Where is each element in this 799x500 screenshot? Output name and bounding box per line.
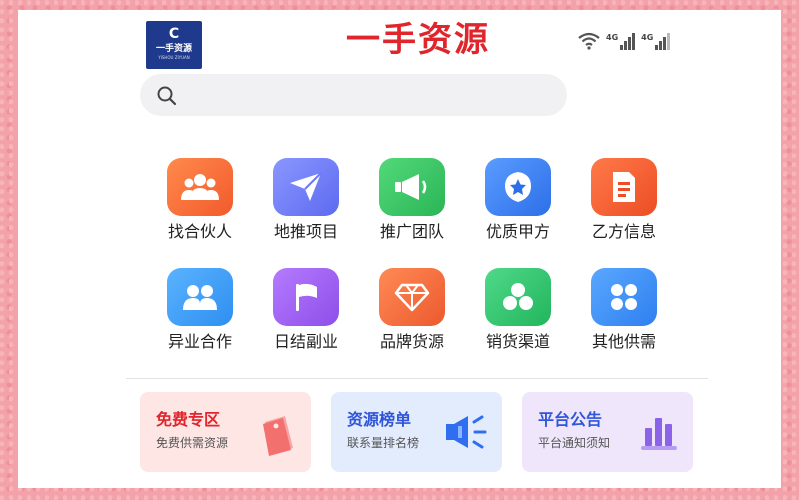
category-label: 乙方信息 bbox=[591, 222, 656, 241]
category-item-ground-promotion[interactable]: 地推项目 bbox=[256, 158, 356, 242]
document-icon bbox=[591, 158, 657, 216]
flag-icon bbox=[273, 268, 339, 326]
category-item-vendor-info[interactable]: 乙方信息 bbox=[574, 158, 674, 242]
category-label: 异业合作 bbox=[167, 332, 232, 351]
logo-mark: C bbox=[168, 26, 180, 42]
logo-subtitle: YISHOU ZIYUAN bbox=[158, 55, 190, 60]
category-item-promotion-team[interactable]: 推广团队 bbox=[362, 158, 462, 242]
category-item-find-partners[interactable]: 找合伙人 bbox=[150, 158, 250, 242]
card-free-zone[interactable]: 免费专区 免费供需资源 bbox=[140, 392, 311, 472]
app-screen: C 一手资源 YISHOU ZIYUAN 一手资源 4G 4G 找合伙人 地推项… bbox=[18, 10, 781, 488]
partners-icon bbox=[167, 268, 233, 326]
card-subtitle: 平台通知须知 bbox=[538, 436, 611, 450]
four-petals-icon bbox=[591, 268, 657, 326]
card-platform-notice[interactable]: 平台公告 平台通知须知 bbox=[522, 392, 693, 472]
bar-chart-icon bbox=[641, 418, 677, 450]
paper-plane-icon bbox=[273, 158, 339, 216]
card-subtitle: 免费供需资源 bbox=[156, 436, 229, 450]
signal-icon: 4G bbox=[641, 33, 671, 50]
app-logo: C 一手资源 YISHOU ZIYUAN bbox=[146, 21, 202, 69]
category-item-quality-client[interactable]: 优质甲方 bbox=[468, 158, 568, 242]
logo-name: 一手资源 bbox=[155, 44, 192, 54]
search-input[interactable] bbox=[188, 82, 552, 110]
card-title: 免费专区 bbox=[156, 410, 221, 429]
category-item-daily-side-job[interactable]: 日结副业 bbox=[256, 268, 356, 352]
price-tag-icon bbox=[263, 416, 293, 456]
category-label: 优质甲方 bbox=[485, 222, 550, 241]
wifi-icon bbox=[578, 32, 600, 50]
page-title: 一手资源 bbox=[346, 20, 490, 60]
category-label: 日结副业 bbox=[273, 332, 338, 351]
search-bar[interactable] bbox=[140, 74, 567, 116]
card-resource-ranking[interactable]: 资源榜单 联系量排名榜 bbox=[331, 392, 502, 472]
star-badge-icon bbox=[485, 158, 551, 216]
signal-label: 4G bbox=[641, 33, 654, 42]
card-title: 资源榜单 bbox=[347, 410, 412, 429]
diamond-icon bbox=[379, 268, 445, 326]
category-item-sales-channel[interactable]: 销货渠道 bbox=[468, 268, 568, 352]
category-label: 销货渠道 bbox=[485, 332, 550, 351]
card-title: 平台公告 bbox=[538, 410, 603, 429]
divider bbox=[126, 378, 708, 379]
hexagons-icon bbox=[485, 268, 551, 326]
category-label: 品牌货源 bbox=[379, 332, 444, 351]
people-icon bbox=[167, 158, 233, 216]
category-item-other-needs[interactable]: 其他供需 bbox=[574, 268, 674, 352]
category-label: 其他供需 bbox=[591, 332, 656, 351]
category-label: 找合伙人 bbox=[167, 222, 232, 241]
category-item-cross-industry[interactable]: 异业合作 bbox=[150, 268, 250, 352]
search-icon bbox=[157, 86, 177, 106]
megaphone-icon bbox=[379, 158, 445, 216]
signal-icon: 4G bbox=[606, 33, 636, 50]
card-subtitle: 联系量排名榜 bbox=[347, 436, 420, 450]
status-bar: 4G 4G bbox=[578, 28, 671, 50]
category-item-brand-supply[interactable]: 品牌货源 bbox=[362, 268, 462, 352]
category-label: 推广团队 bbox=[379, 222, 444, 241]
speaker-icon bbox=[446, 415, 487, 449]
signal-label: 4G bbox=[606, 33, 619, 42]
category-label: 地推项目 bbox=[273, 222, 338, 241]
